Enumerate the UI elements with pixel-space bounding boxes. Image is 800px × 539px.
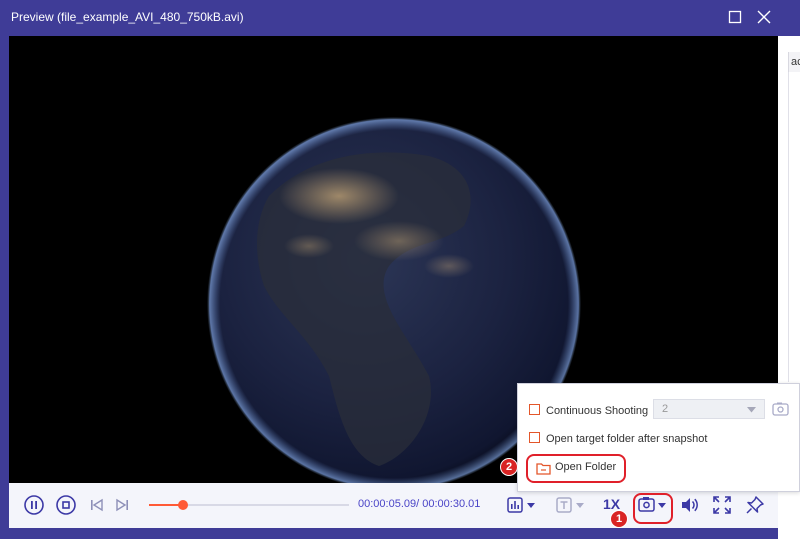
pause-icon — [24, 495, 44, 515]
fullscreen-icon — [713, 496, 731, 514]
pin-button[interactable] — [745, 495, 765, 520]
open-target-folder-checkbox[interactable] — [529, 432, 540, 443]
progress-knob[interactable] — [178, 500, 188, 510]
step-2-badge: 2 — [500, 458, 518, 476]
background-panel — [788, 72, 800, 382]
maximize-button[interactable] — [727, 9, 743, 25]
continuous-count-value: 2 — [662, 403, 669, 415]
audio-track-button[interactable] — [507, 496, 539, 519]
close-button[interactable] — [756, 9, 772, 25]
window-title: Preview (file_example_AVI_480_750kB.avi) — [11, 10, 244, 24]
snapshot-menu: Continuous Shooting 2 Open target folder… — [517, 383, 800, 492]
subtitle-button[interactable] — [556, 496, 588, 519]
folder-icon — [536, 463, 551, 475]
continuous-shooting-checkbox[interactable] — [529, 404, 540, 415]
pin-icon — [746, 496, 764, 514]
total-time: 00:00:30.01 — [422, 498, 481, 510]
time-display: 00:00:05.09/ 00:00:30.01 — [358, 498, 480, 510]
volume-button[interactable] — [680, 495, 700, 520]
open-target-folder-label: Open target folder after snapshot — [546, 433, 708, 445]
equalizer-icon — [507, 497, 535, 513]
open-folder-label: Open Folder — [555, 461, 617, 473]
continuous-shooting-label: Continuous Shooting — [546, 405, 649, 417]
chevron-down-icon — [747, 407, 756, 413]
camera-icon — [638, 497, 666, 512]
subtitle-icon — [556, 497, 584, 513]
continuous-count-select[interactable]: 2 — [653, 399, 765, 419]
previous-frame-button[interactable] — [89, 497, 105, 518]
stop-icon — [56, 495, 76, 515]
camera-icon — [772, 402, 789, 416]
next-frame-button[interactable] — [114, 497, 130, 518]
close-icon — [757, 10, 771, 24]
next-frame-icon — [116, 498, 128, 512]
title-bar: Preview (file_example_AVI_480_750kB.avi) — [0, 0, 788, 36]
fullscreen-button[interactable] — [712, 495, 732, 520]
stop-button[interactable] — [55, 494, 77, 521]
step-1-badge: 1 — [610, 510, 628, 528]
maximize-icon — [728, 10, 742, 24]
volume-icon — [682, 498, 698, 512]
pause-button[interactable] — [23, 494, 45, 521]
snapshot-folder-button[interactable] — [772, 401, 790, 422]
previous-frame-icon — [91, 498, 103, 512]
snapshot-button[interactable] — [637, 495, 669, 520]
background-tab: ac — [788, 52, 800, 72]
open-folder-button[interactable]: Open Folder — [528, 456, 624, 480]
progress-bar[interactable] — [149, 500, 349, 510]
current-time: 00:00:05.09 — [358, 498, 417, 510]
